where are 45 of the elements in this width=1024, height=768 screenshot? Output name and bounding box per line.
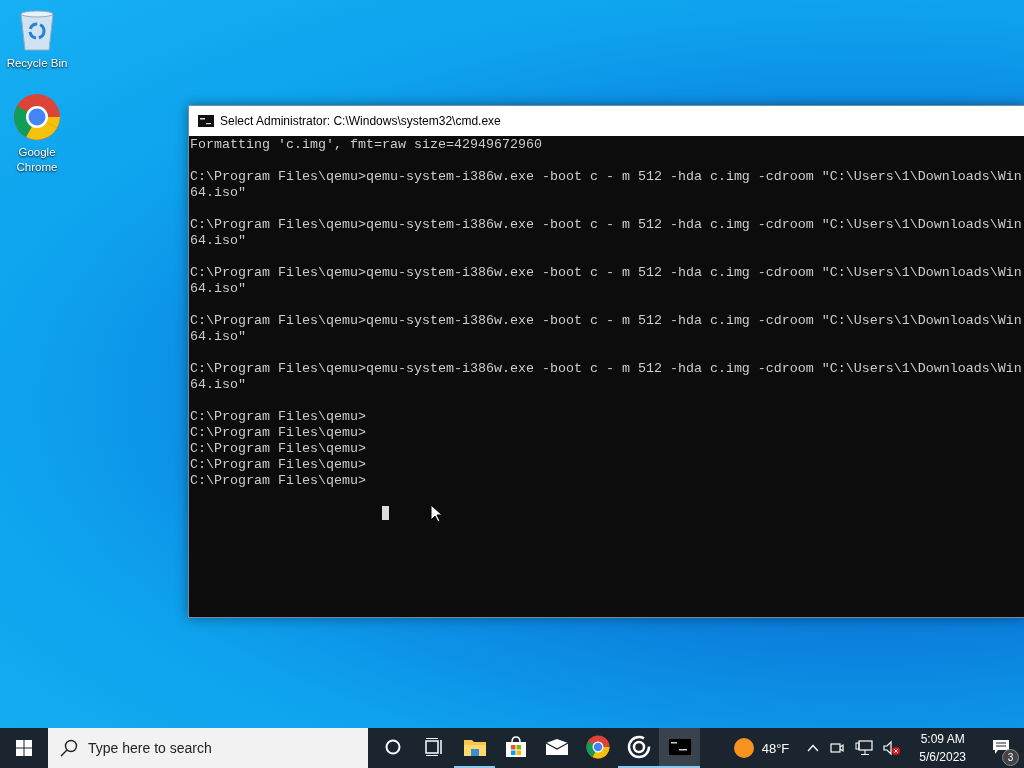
windows-logo-icon	[16, 740, 32, 756]
console-line: 64.iso"	[190, 329, 246, 345]
console-line: C:\Program Files\qemu>qemu-system-i386w.exe -boot c - m 512 -hda c.img -cdroom "C:\Users\1\Downloads\Win	[190, 313, 1022, 329]
console-icon	[198, 115, 214, 127]
recycle-bin-icon	[17, 8, 57, 52]
console-line: C:\Program Files\qemu>qemu-system-i386w.exe -boot c - m 512 -hda c.img -cdroom "C:\Users\1\Downloads\Win	[190, 361, 1022, 377]
console-line: C:\Program Files\qemu>	[190, 441, 366, 457]
text-cursor	[382, 506, 389, 520]
envelope-icon	[544, 738, 569, 756]
speech-bubble-icon	[992, 738, 1010, 755]
window-title: Select Administrator: C:\Windows\system32\cmd.exe	[220, 114, 501, 128]
console-line: 64.iso"	[190, 281, 246, 297]
console-line: 64.iso"	[190, 233, 246, 249]
disc-icon	[626, 735, 651, 759]
mouse-pointer-icon	[430, 504, 442, 523]
console-line: 64.iso"	[190, 377, 246, 393]
console-line: C:\Program Files\qemu>	[190, 457, 366, 473]
search-input[interactable]: Type here to search	[88, 740, 348, 756]
camera-icon[interactable]	[829, 740, 846, 756]
desktop-icon-label: Recycle Bin	[5, 56, 69, 71]
search-bar[interactable]: Type here to search	[48, 728, 368, 768]
console-line: C:\Program Files\qemu>	[190, 409, 366, 425]
console-line: C:\Program Files\qemu>qemu-system-i386w.exe -boot c - m 512 -hda c.img -cdroom "C:\Users\1\Downloads\Win	[190, 169, 1022, 185]
console-line: C:\Program Files\qemu>	[190, 425, 366, 441]
chrome-icon	[585, 735, 610, 759]
sun-icon	[733, 738, 754, 758]
chevron-up-icon[interactable]	[807, 744, 820, 752]
clock-button[interactable]: 5:09 AM 5/6/2023	[911, 730, 974, 766]
shopping-bag-icon	[504, 736, 527, 758]
console-icon	[667, 738, 692, 756]
notification-count-badge: 3	[1002, 748, 1019, 766]
desktop-icon-label: Google Chrome	[15, 145, 59, 175]
weather-button[interactable]: 48°F	[733, 738, 798, 758]
console-line: C:\Program Files\qemu>qemu-system-i386w.exe -boot c - m 512 -hda c.img -cdroom "C:\Users\1\Downloads\Win	[190, 217, 1022, 233]
search-icon	[60, 739, 78, 757]
chrome-icon	[13, 93, 61, 141]
muted-speaker-icon[interactable]	[883, 740, 902, 756]
folder-icon	[462, 737, 487, 757]
console-line: C:\Program Files\qemu>qemu-system-i386w.exe -boot c - m 512 -hda c.img -cdroom "C:\Users\1\Downloads\Win	[190, 265, 1022, 281]
task-view-icon	[423, 737, 444, 757]
network-icon[interactable]	[855, 740, 874, 756]
console-line: Formatting 'c.img', fmt=raw size=42949672960	[190, 137, 542, 153]
console-line: 64.iso"	[190, 185, 246, 201]
taskbar-app-button[interactable]	[659, 728, 700, 768]
console-line: C:\Program Files\qemu>	[190, 473, 366, 489]
